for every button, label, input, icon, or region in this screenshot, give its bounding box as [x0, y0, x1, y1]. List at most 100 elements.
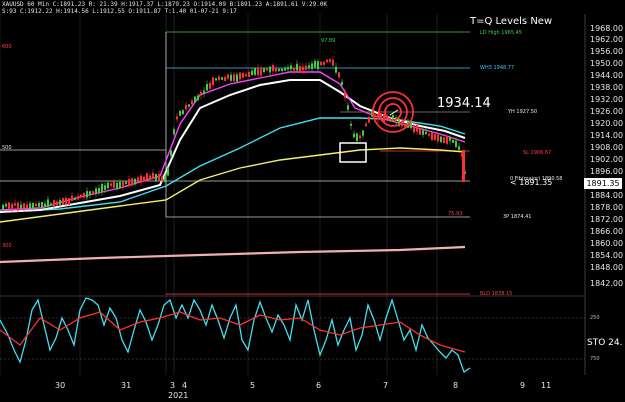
candle-body — [155, 173, 157, 181]
candle-body — [236, 74, 238, 82]
candle-body — [137, 177, 139, 182]
x-tick: 11 — [541, 381, 552, 390]
candle-body — [140, 175, 142, 183]
left-label-600: 600 — [2, 44, 12, 50]
header-line-1: XAUUSD 60 Min C:1891.23 R: 21.39 H:1917.… — [2, 1, 328, 8]
candle-body — [239, 72, 241, 80]
x-tick: 7 — [383, 381, 389, 390]
candle-body — [185, 105, 187, 110]
candle-body — [53, 200, 55, 207]
candle-body — [347, 105, 349, 110]
candle-body — [335, 66, 337, 73]
candle-body — [446, 135, 448, 144]
level-label-wh3: WH3 1948.77 — [480, 65, 515, 71]
candle-body-last — [462, 150, 465, 182]
moving-averages — [0, 71, 466, 264]
price-chart[interactable] — [0, 0, 625, 402]
y-tick: 1914.00 — [590, 131, 624, 140]
candle-body — [212, 77, 214, 86]
candle-body — [167, 167, 169, 176]
candle-body — [26, 204, 28, 209]
candle-body — [125, 181, 127, 184]
candle-body — [152, 172, 154, 179]
candle-body — [188, 104, 190, 107]
candle-body — [302, 66, 304, 71]
candle-body — [56, 201, 58, 206]
header-line-2: S:93 C:1912.22 H:1914.56 L:1912.55 O:191… — [2, 8, 237, 15]
candle-body — [326, 59, 328, 63]
candle-body — [242, 72, 244, 78]
candle-body — [197, 95, 199, 101]
candle-body — [23, 203, 25, 209]
candle-body — [329, 59, 331, 62]
candle-body — [428, 133, 430, 136]
candle-body — [65, 197, 67, 205]
x-tick: 4 — [182, 381, 188, 390]
y-tick: 1860.00 — [590, 239, 624, 248]
level-label-low-marker: 75.93 — [448, 211, 463, 217]
candle-body — [128, 179, 130, 186]
ema-white — [0, 79, 466, 213]
candle-body — [164, 175, 166, 183]
candle-body — [299, 66, 301, 73]
candle-body — [17, 202, 19, 211]
candle-body — [419, 128, 421, 135]
osc-level-upper: 250 — [590, 315, 600, 321]
x-tick: 6 — [316, 381, 322, 390]
x-tick: 5 — [250, 381, 256, 390]
level-label-fib: 0 Fib(major) 1890.58 — [510, 176, 563, 182]
candle-body — [119, 182, 121, 188]
candle-body — [311, 63, 313, 69]
candle-body — [353, 133, 355, 138]
candle-body — [263, 67, 265, 73]
y-tick: 1884.00 — [590, 191, 624, 200]
ema-yellow — [0, 147, 466, 223]
candle-body — [29, 203, 31, 209]
y-tick: 1962.00 — [590, 35, 624, 44]
candle-body — [344, 91, 346, 98]
candle-body — [425, 131, 427, 135]
candle-body — [365, 123, 367, 127]
candle-body — [77, 196, 79, 200]
candle-body — [278, 68, 280, 71]
level-label-bld: BLD 1838.15 — [480, 291, 513, 297]
candle-body — [101, 184, 103, 192]
y-tick: 1950.00 — [590, 59, 624, 68]
x-year-label: 2021 — [168, 391, 189, 400]
candle-body — [62, 198, 64, 205]
candle-body — [455, 140, 457, 147]
candle-body — [314, 60, 316, 68]
candle-body — [434, 134, 436, 141]
candle-body — [248, 72, 250, 78]
y-tick: 1938.00 — [590, 83, 624, 92]
x-tick: 31 — [121, 381, 132, 390]
candle-body — [284, 67, 286, 71]
candle-body — [275, 68, 277, 72]
candle-body — [41, 202, 43, 207]
candle-body — [320, 62, 322, 66]
candle-body — [452, 140, 454, 143]
candle-body — [449, 137, 451, 141]
candle-body — [251, 70, 253, 76]
chart-title: T=Q Levels New — [470, 16, 553, 27]
y-tick: 1944.00 — [590, 71, 624, 80]
candle-body — [173, 129, 175, 135]
candle-body — [305, 65, 307, 70]
candle-body — [218, 76, 220, 81]
candle-body — [296, 63, 298, 71]
candle-body — [200, 91, 202, 96]
sto-line-cyan — [0, 297, 471, 374]
candle-body — [59, 200, 61, 205]
candle-body — [68, 198, 70, 205]
ema-red — [0, 245, 466, 264]
y-tick: 1878.00 — [590, 203, 624, 212]
candle-body — [458, 146, 460, 150]
candle-body — [143, 176, 145, 182]
level-label-high-marker: 97.89 — [321, 38, 336, 44]
candle-body — [437, 134, 439, 142]
candle-body — [176, 116, 178, 120]
level-label-yh: YH 1927.50 — [508, 109, 538, 115]
candle-body — [71, 195, 73, 201]
current-price-tag: 1891.35 — [584, 178, 622, 189]
candle-body — [215, 78, 217, 81]
